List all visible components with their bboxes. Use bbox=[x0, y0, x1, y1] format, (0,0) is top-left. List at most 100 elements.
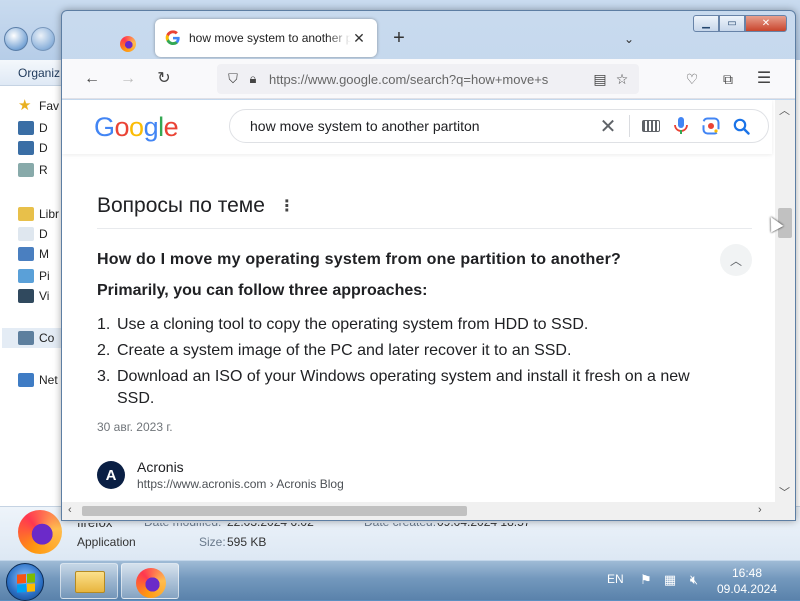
videos-icon bbox=[18, 289, 34, 303]
scroll-left-icon[interactable]: ‹ bbox=[68, 504, 72, 516]
google-header: Google how move system to another partit… bbox=[62, 100, 772, 154]
list-item: 3. Download an ISO of your Windows operat… bbox=[97, 366, 717, 410]
sidebar-item-label: Co bbox=[39, 331, 55, 345]
organize-menu[interactable]: Organiz bbox=[0, 60, 70, 86]
scroll-right-icon[interactable]: › bbox=[758, 504, 762, 516]
network-icon bbox=[18, 373, 34, 387]
sidebar-item-label: Libr bbox=[39, 207, 60, 221]
answer-list: 1. Use a cloning tool to copy the operati… bbox=[97, 314, 717, 414]
tracking-protection-shield-icon[interactable]: ⛉ bbox=[223, 69, 243, 89]
forward-arrow-icon[interactable]: → bbox=[117, 68, 139, 90]
list-all-tabs-button[interactable]: ⌄ bbox=[618, 28, 640, 50]
sidebar-item[interactable]: ★ Fav bbox=[18, 96, 59, 116]
taskbar: EN ⚑ ▦ 🔇︎ 16:48 09.04.2024 bbox=[0, 560, 800, 601]
answer-date: 30 авг. 2023 г. bbox=[97, 420, 173, 434]
question-text[interactable]: How do I move my operating system from o… bbox=[97, 251, 720, 269]
sidebar-item[interactable]: D bbox=[18, 118, 48, 138]
windows-logo-icon bbox=[17, 573, 35, 593]
star-icon: ★ bbox=[18, 97, 32, 114]
address-bar[interactable]: ⛉ 🔒︎ https://www.google.com/search?q=how… bbox=[217, 64, 639, 94]
sidebar-item-label: R bbox=[39, 163, 48, 177]
menu-hamburger-icon[interactable]: ☰ bbox=[753, 68, 775, 90]
clear-icon[interactable]: ✕ bbox=[593, 111, 623, 141]
navigation-pane: ★ Fav D D R Libr D M Pi Vi Co Net bbox=[0, 86, 68, 506]
flag-icon[interactable]: ⚑ bbox=[639, 573, 653, 587]
vertical-scrollbar[interactable]: ︿ ﹀ bbox=[775, 100, 795, 502]
network-icon[interactable]: ▦ bbox=[663, 573, 677, 587]
forward-button[interactable] bbox=[31, 27, 55, 51]
libraries-icon bbox=[18, 207, 34, 221]
clock-time: 16:48 bbox=[731, 566, 763, 580]
more-options-icon[interactable]: ⋮ bbox=[279, 196, 295, 216]
answer-lead: Primarily, you can follow three approach… bbox=[97, 282, 428, 299]
horizontal-scroll-thumb[interactable] bbox=[82, 506, 467, 516]
google-lens-icon[interactable] bbox=[696, 111, 726, 141]
close-window-button[interactable]: ✕ bbox=[745, 15, 787, 32]
downloads-icon bbox=[18, 141, 34, 155]
close-tab-icon[interactable]: ✕ bbox=[351, 30, 367, 47]
lock-icon[interactable]: 🔒︎ bbox=[243, 69, 263, 89]
music-icon bbox=[18, 247, 34, 261]
minimize-button[interactable]: ▁ bbox=[693, 15, 719, 32]
sidebar-item[interactable]: M bbox=[18, 244, 49, 264]
keyboard-icon-button[interactable] bbox=[636, 111, 666, 141]
chevron-up-icon[interactable]: ︿ bbox=[720, 244, 752, 276]
scroll-down-icon[interactable]: ﹀ bbox=[779, 484, 790, 500]
search-box[interactable]: how move system to another partiton ✕ bbox=[229, 109, 769, 143]
related-questions-title: Вопросы по теме bbox=[97, 194, 265, 217]
sidebar-item[interactable]: Pi bbox=[18, 266, 50, 286]
volume-muted-icon[interactable]: 🔇︎ bbox=[687, 573, 701, 587]
system-clock[interactable]: 16:48 09.04.2024 bbox=[712, 565, 782, 597]
taskbar-firefox-button[interactable] bbox=[121, 563, 179, 599]
tab-inactive[interactable] bbox=[110, 29, 146, 59]
google-logo-letter: e bbox=[163, 112, 179, 142]
google-logo[interactable]: Google bbox=[94, 112, 179, 143]
new-tab-button[interactable]: + bbox=[388, 27, 410, 49]
pictures-icon bbox=[18, 269, 34, 283]
sidebar-item-label: M bbox=[39, 247, 49, 261]
bookmark-star-icon[interactable]: ☆ bbox=[611, 68, 633, 90]
back-button[interactable] bbox=[4, 27, 28, 51]
taskbar-explorer-button[interactable] bbox=[60, 563, 118, 599]
list-item: 1. Use a cloning tool to copy the operati… bbox=[97, 314, 717, 336]
start-button[interactable] bbox=[6, 563, 44, 601]
search-divider bbox=[629, 115, 630, 137]
source-name[interactable]: Acronis bbox=[137, 458, 344, 476]
answer-item-text: Create a system image of the PC and late… bbox=[117, 342, 572, 359]
scroll-up-icon[interactable]: ︿ bbox=[779, 102, 790, 118]
reload-icon[interactable]: ↻ bbox=[153, 68, 175, 90]
acronis-logo-icon: A bbox=[97, 461, 125, 489]
page-viewport[interactable]: Google how move system to another partit… bbox=[62, 100, 795, 520]
source-url[interactable]: https://www.acronis.com › Acronis Blog bbox=[137, 476, 344, 492]
google-favicon-icon bbox=[165, 30, 180, 45]
detail-file-type: Application bbox=[77, 535, 136, 549]
sidebar-item[interactable]: Libr bbox=[18, 204, 59, 224]
sidebar-item[interactable]: D bbox=[18, 138, 48, 158]
sidebar-item-label: Pi bbox=[39, 269, 50, 283]
recent-places-icon bbox=[18, 163, 34, 177]
tab-active[interactable]: how move system to another p ✕ bbox=[155, 19, 377, 57]
horizontal-scrollbar[interactable]: ‹ › bbox=[62, 502, 795, 520]
pocket-icon[interactable]: ♡ bbox=[681, 68, 703, 90]
keyboard-icon bbox=[642, 120, 660, 132]
extensions-icon[interactable]: ⧉ bbox=[717, 68, 739, 90]
maximize-button[interactable]: ▭ bbox=[719, 15, 745, 32]
source-link[interactable]: A Acronis https://www.acronis.com › Acro… bbox=[97, 458, 344, 492]
tab-title: how move system to another p bbox=[189, 31, 351, 45]
sidebar-item[interactable]: Vi bbox=[18, 286, 49, 306]
reader-view-icon[interactable]: ▤ bbox=[589, 68, 611, 90]
sidebar-item[interactable]: Co bbox=[2, 328, 68, 348]
back-arrow-icon[interactable]: ← bbox=[81, 68, 103, 90]
sidebar-item[interactable]: D bbox=[18, 224, 48, 244]
language-indicator[interactable]: EN bbox=[607, 572, 624, 586]
search-icon[interactable] bbox=[726, 111, 756, 141]
sidebar-item[interactable]: Net bbox=[18, 370, 58, 390]
sidebar-item-label: Fav bbox=[39, 99, 60, 113]
url-text[interactable]: https://www.google.com/search?q=how+move… bbox=[269, 72, 589, 87]
window-caption-buttons: ▁ ▭ ✕ bbox=[693, 15, 787, 32]
microphone-icon[interactable] bbox=[666, 111, 696, 141]
firefox-file-icon bbox=[18, 510, 62, 554]
sidebar-item[interactable]: R bbox=[18, 160, 48, 180]
search-input[interactable]: how move system to another partiton bbox=[250, 118, 593, 134]
question-row[interactable]: How do I move my operating system from o… bbox=[97, 244, 752, 276]
